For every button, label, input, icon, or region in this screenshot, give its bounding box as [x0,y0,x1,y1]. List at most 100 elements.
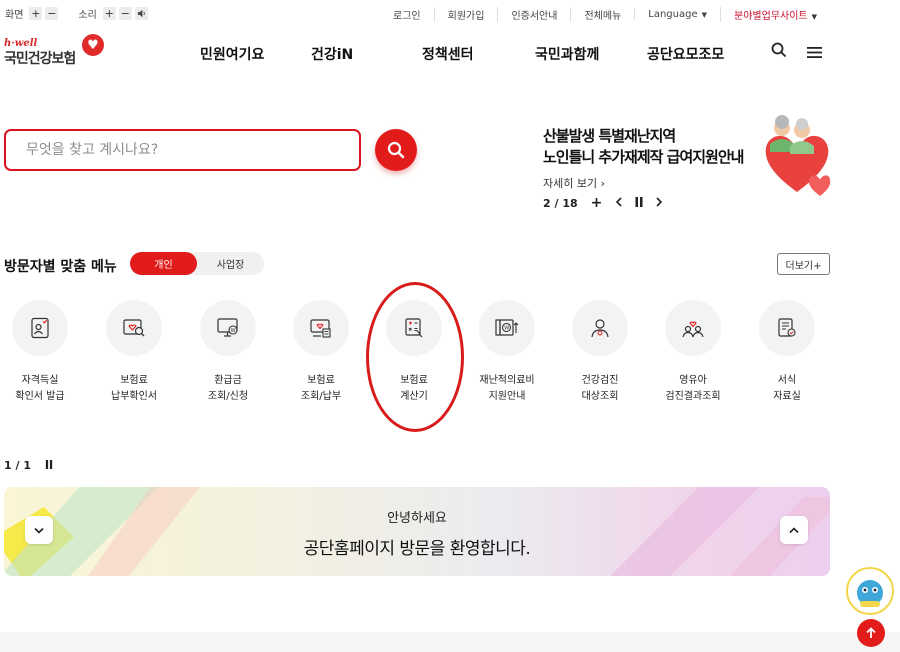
custom-menu-title: 방문자별 맞춤 메뉴 [4,259,117,275]
volume-up-button[interactable]: + [102,7,116,20]
utility-links: 로그인 회원가입 인증서안내 전체메뉴 Language ▼ 분야별업무사이트 ▼ [380,7,830,22]
banner-counter: 2 / 18 [543,196,578,210]
menu-icon-circle [572,300,628,356]
screen-zoom-in-button[interactable]: + [29,7,43,20]
menu-item-refund-inquiry[interactable]: W 환급금 조회/신청 [188,300,268,405]
pause-icon [45,460,53,469]
elderly-couple-heart-illustration [762,112,832,198]
svg-text:W: W [504,326,509,332]
mascot-help-icon[interactable] [846,567,894,615]
menu-icon-circle [665,300,721,356]
logo-name: 국민건강보험 [4,51,76,67]
nav-about-nhis[interactable]: 공단요모조모 [647,44,724,64]
speaker-icon[interactable] [134,7,148,20]
menu-icon-circle [759,300,815,356]
arrow-up-icon [866,627,876,638]
chevron-down-icon [34,527,44,534]
footer-strip [0,632,900,652]
nav-civil-service[interactable]: 민원여기요 [200,44,264,64]
header: h·well 국민건강보험 ♥ 민원여기요 건강iN 정책센터 국민과함께 공단… [0,30,900,80]
utility-bar: 화면 + − 소리 + − 로그인 회원가입 인증서안내 전체메뉴 Langua… [0,0,900,26]
search-box [4,129,361,171]
premium-receipt-icon [310,319,331,338]
hamburger-menu-icon[interactable] [807,44,822,63]
sound-label: 소리 [78,10,97,21]
other-sites-select[interactable]: 분야별업무사이트 ▼ [720,7,830,22]
menu-item-label: 보험료 조회/납부 [300,375,342,402]
banner-prev-button[interactable] [615,196,622,210]
welcome-banner: 안녕하세요 공단홈페이지 방문을 환영합니다. [4,487,830,576]
menu-item-payment-confirmation[interactable]: 보험료 납부확인서 [94,300,174,405]
menu-pager: 1 / 1 [4,459,53,472]
welcome-message: 공단홈페이지 방문을 환영합니다. [303,539,531,559]
scroll-to-top-button[interactable] [857,619,885,647]
pause-icon [635,196,643,207]
search-icon [387,141,405,159]
menu-icon-circle: W [200,300,256,356]
search-button[interactable] [375,129,417,171]
menu-item-label: 환급금 조회/신청 [207,375,249,402]
nhis-logo[interactable]: h·well 국민건강보험 ♥ [4,34,104,68]
banner-more-link[interactable]: 자세히 보기 › [543,175,743,191]
checkup-person-icon [591,319,609,338]
full-menu-link[interactable]: 전체메뉴 [570,7,634,22]
more-menu-button[interactable]: 더보기+ [777,253,830,275]
id-card-icon [31,317,49,339]
language-select[interactable]: Language ▼ [634,9,720,20]
highlight-annotation-circle [366,282,464,432]
menu-icon-circle [293,300,349,356]
menu-item-label: 자격득실 확인서 발급 [15,375,65,402]
chevron-up-icon [789,526,799,533]
menu-pause-button[interactable] [45,459,53,472]
nav-policy-center[interactable]: 정책센터 [422,44,474,64]
banner-controls: 2 / 18 + [543,195,676,211]
menu-item-catastrophic-medical-cost[interactable]: W 재난적의료비 지원안내 [467,300,547,405]
login-link[interactable]: 로그인 [380,7,434,22]
menu-item-label: 보험료 납부확인서 [111,375,157,402]
banner-title-line1[interactable]: 산불발생 특별재난지역 [543,126,743,147]
tab-business[interactable]: 사업장 [197,252,264,275]
banner-plus-button[interactable]: + [591,195,603,211]
menu-item-health-checkup-target[interactable]: 건강검진 대상조회 [560,300,640,405]
chevron-right-icon [656,196,663,207]
signup-link[interactable]: 회원가입 [433,7,498,22]
display-controls: 화면 + − 소리 + − [5,6,148,21]
banner-pause-button[interactable] [635,196,643,210]
notice-banner: 산불발생 특별재난지역 노인틀니 추가재제작 급여지원안내 자세히 보기 › 2… [543,126,744,211]
nav-with-citizens[interactable]: 국민과함께 [535,44,599,64]
heart-logo-icon: ♥ [82,34,104,56]
tab-personal[interactable]: 개인 [130,252,197,275]
visitor-type-toggle: 개인 사업장 [130,252,264,275]
menu-item-form-library[interactable]: 서식 자료실 [747,300,827,405]
welcome-greeting: 안녕하세요 [387,511,447,526]
other-sites-label: 분야별업무사이트 [734,11,808,22]
banner-next-button[interactable] [656,196,663,210]
menu-item-qualification-certificate[interactable]: 자격득실 확인서 발급 [0,300,80,405]
nav-health-in[interactable]: 건강iN [311,44,353,64]
menu-item-premium-inquiry[interactable]: 보험료 조회/납부 [281,300,361,405]
payment-search-icon [123,319,145,337]
infant-checkup-icon [682,321,704,338]
chevron-left-icon [616,196,622,207]
medical-cost-icon: W [495,319,519,336]
menu-item-label: 서식 자료실 [773,375,801,402]
banner-title-line2[interactable]: 노인틀니 추가재제작 급여지원안내 [543,147,744,168]
svg-text:W: W [231,328,236,334]
search-input[interactable] [6,131,359,169]
language-label: Language [648,9,698,20]
caret-down-icon: ▼ [811,13,817,21]
banner-more-label: 자세히 보기 [543,177,598,190]
certificate-guide-link[interactable]: 인증서안내 [497,7,570,22]
volume-down-button[interactable]: − [118,7,132,20]
menu-icon-circle [106,300,162,356]
menu-item-infant-checkup-result[interactable]: 영유아 검진결과조회 [653,300,733,405]
screen-size-label: 화면 [5,10,24,21]
menu-item-label: 건강검진 대상조회 [581,375,619,402]
document-form-icon [778,318,796,337]
search-icon[interactable] [771,42,787,62]
menu-icon-circle: W [479,300,535,356]
chevron-right-icon: › [600,177,606,190]
screen-zoom-out-button[interactable]: − [45,7,59,20]
caret-down-icon: ▼ [701,11,707,19]
menu-item-label: 영유아 검진결과조회 [665,375,721,402]
